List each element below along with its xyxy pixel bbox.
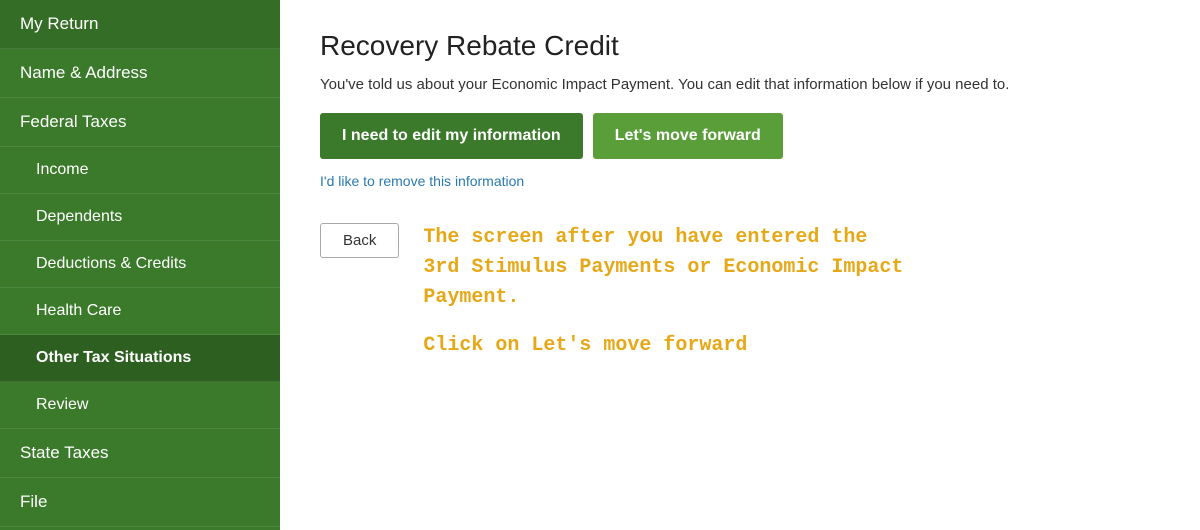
sidebar-item-health-care[interactable]: Health Care xyxy=(0,288,280,335)
remove-info-link[interactable]: I'd like to remove this information xyxy=(320,173,524,189)
sidebar-item-other-tax-situations[interactable]: Other Tax Situations xyxy=(0,335,280,382)
edit-info-button[interactable]: I need to edit my information xyxy=(320,113,583,159)
annotation-block: The screen after you have entered the 3r… xyxy=(423,223,903,361)
back-button[interactable]: Back xyxy=(320,223,399,258)
sidebar-item-review[interactable]: Review xyxy=(0,382,280,429)
sidebar-item-name-address[interactable]: Name & Address xyxy=(0,49,280,98)
sidebar-item-income[interactable]: Income xyxy=(0,147,280,194)
sidebar-item-state-taxes[interactable]: State Taxes xyxy=(0,429,280,478)
move-forward-button[interactable]: Let's move forward xyxy=(593,113,783,159)
sidebar-item-file[interactable]: File xyxy=(0,478,280,527)
annotation-click: Click on Let's move forward xyxy=(423,331,903,361)
description-text: You've told us about your Economic Impac… xyxy=(320,76,1160,93)
sidebar-item-dependents[interactable]: Dependents xyxy=(0,194,280,241)
page-title: Recovery Rebate Credit xyxy=(320,30,1160,62)
sidebar-item-deductions-credits[interactable]: Deductions & Credits xyxy=(0,241,280,288)
sidebar-item-my-return[interactable]: My Return xyxy=(0,0,280,49)
action-buttons: I need to edit my information Let's move… xyxy=(320,113,1160,159)
annotation-line1: The screen after you have entered the xyxy=(423,226,867,249)
sidebar-item-federal-taxes[interactable]: Federal Taxes xyxy=(0,98,280,147)
annotation-line3: Payment. xyxy=(423,286,519,309)
back-row: Back The screen after you have entered t… xyxy=(320,223,1160,361)
annotation-line2: 3rd Stimulus Payments or Economic Impact xyxy=(423,256,903,279)
main-content: Recovery Rebate Credit You've told us ab… xyxy=(280,0,1200,530)
sidebar: My Return Name & Address Federal Taxes I… xyxy=(0,0,280,530)
